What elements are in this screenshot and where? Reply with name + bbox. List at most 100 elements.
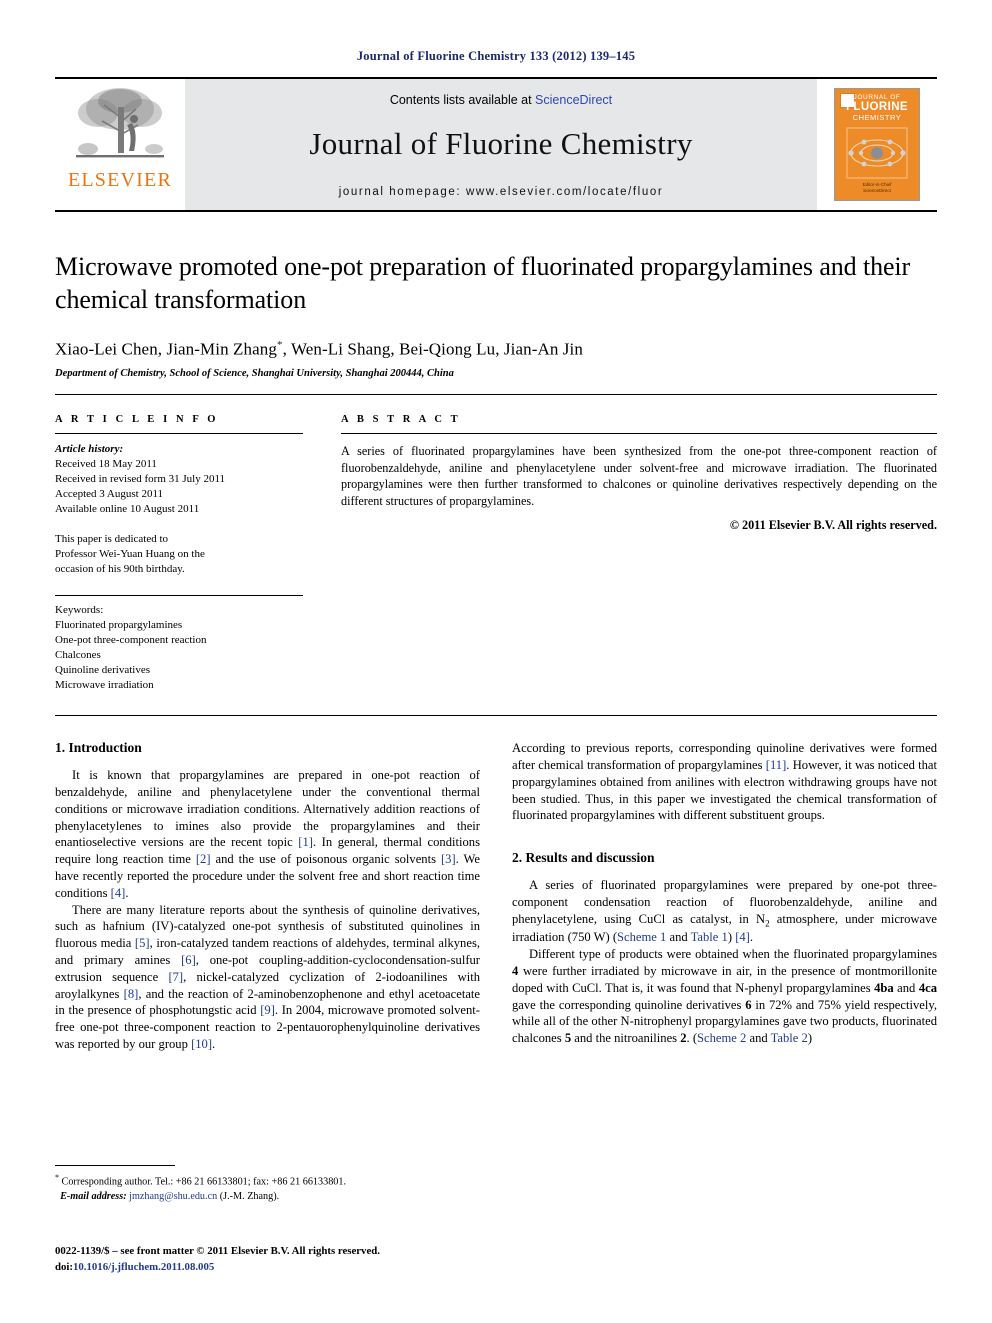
body-column-left: 1. Introduction It is known that proparg… <box>55 740 480 1170</box>
authors-primary: Xiao-Lei Chen, Jian-Min Zhang <box>55 339 277 359</box>
keywords-label: Keywords: <box>55 603 104 616</box>
doi-label: doi: <box>55 1261 73 1274</box>
citation-ref[interactable]: [9] <box>260 1003 275 1017</box>
abstract-rule <box>341 433 937 435</box>
abstract-text: A series of fluorinated propargylamines … <box>341 444 937 508</box>
paragraph-results-2: Different type of products were obtained… <box>512 946 937 1047</box>
dedication-line: occasion of his 90th birthday. <box>55 562 185 575</box>
contents-available-line: Contents lists available at ScienceDirec… <box>390 93 612 107</box>
citation-ref[interactable]: [1] <box>298 835 313 849</box>
page-title: Microwave promoted one-pot preparation o… <box>55 252 911 315</box>
keyword-item: Quinoline derivatives <box>55 663 151 676</box>
cover-footer-line2: ScienceDirect <box>863 188 891 194</box>
cover-title-line1: JOURNAL OF <box>853 94 901 101</box>
text-run: gave the corresponding quinoline derivat… <box>512 997 746 1012</box>
elsevier-wordmark: ELSEVIER <box>67 169 173 191</box>
journal-masthead: ELSEVIER Contents lists available at Sci… <box>55 77 937 210</box>
text-run: ) <box>807 1031 813 1046</box>
article-history-label: Article history: <box>55 443 124 456</box>
text-run: and the nitroanilines <box>571 1031 681 1046</box>
article-history: Article history: Received 18 May 2011 Re… <box>55 442 303 577</box>
section-heading-introduction: 1. Introduction <box>55 740 142 756</box>
history-item: Available online 10 August 2011 <box>55 503 200 516</box>
section-heading-results: 2. Results and discussion <box>512 850 655 866</box>
citation-ref[interactable]: [7] <box>168 970 183 984</box>
sciencedirect-link[interactable]: ScienceDirect <box>535 93 612 107</box>
citation-ref[interactable]: [11] <box>766 758 787 772</box>
doi-line: doi:10.1016/j.jfluchem.2011.08.005 <box>55 1259 575 1275</box>
keywords-rule <box>55 594 303 596</box>
title-block: Microwave promoted one-pot preparation o… <box>55 250 937 379</box>
contents-prefix: Contents lists available at <box>389 93 536 107</box>
citation-ref[interactable]: [10] <box>191 1037 212 1051</box>
cover-title-line3: CHEMISTRY <box>852 113 902 123</box>
abstract-heading: A B S T R A C T <box>341 414 461 426</box>
article-info-column: A R T I C L E I N F O Article history: R… <box>55 414 303 693</box>
dedication-line: Professor Wei-Yuan Huang on the <box>55 547 205 560</box>
citation-ref[interactable]: [6] <box>181 953 196 967</box>
cover-image: JOURNAL OF FLUORINE CHEMISTRY Editor-in-… <box>834 88 920 201</box>
cover-footer: Editor-in-Chief ScienceDirect <box>835 182 919 196</box>
text-run: Different type of products were obtained… <box>529 947 937 962</box>
history-item: Received 18 May 2011 <box>55 458 157 471</box>
page-footer: 0022-1139/$ – see front matter © 2011 El… <box>55 1243 575 1275</box>
body-columns: 1. Introduction It is known that proparg… <box>55 740 937 1170</box>
history-item: Received in revised form 31 July 2011 <box>55 473 226 486</box>
paper-page: Journal of Fluorine Chemistry 133 (2012)… <box>0 0 992 1323</box>
author-list: Xiao-Lei Chen, Jian-Min Zhang*, Wen-Li S… <box>55 339 937 360</box>
title-rule <box>55 394 937 396</box>
text-run: . <box>749 930 754 945</box>
text-run: and <box>746 1031 771 1046</box>
text-run: and <box>893 980 919 995</box>
info-abstract-region: A R T I C L E I N F O Article history: R… <box>55 414 937 693</box>
paragraph-intro-2: There are many literature reports about … <box>55 902 480 1053</box>
text-run: . ( <box>686 1031 698 1046</box>
keyword-item: One-pot three-component reaction <box>55 633 207 646</box>
table-link[interactable]: Table 1 <box>691 930 728 944</box>
compound-label: 4ca <box>918 980 937 995</box>
cover-footer-line1: Editor-in-Chief <box>862 181 892 187</box>
citation-ref[interactable]: [4] <box>111 886 126 900</box>
keywords-block: Keywords: Fluorinated propargylamines On… <box>55 603 303 693</box>
body-separator-rule <box>55 715 937 717</box>
paragraph-intro-1: It is known that propargylamines are pre… <box>55 767 480 902</box>
authors-secondary: , Wen-Li Shang, Bei-Qiong Lu, Jian-An Ji… <box>282 339 583 359</box>
text-run: . <box>125 885 129 900</box>
journal-homepage[interactable]: journal homepage: www.elsevier.com/locat… <box>339 186 664 198</box>
scheme-link[interactable]: Scheme 1 <box>617 930 666 944</box>
issn-copyright-line: 0022-1139/$ – see front matter © 2011 El… <box>55 1245 380 1257</box>
abstract-column: A B S T R A C T A series of fluorinated … <box>341 414 937 693</box>
affiliation: Department of Chemistry, School of Scien… <box>55 368 454 380</box>
citation-ref[interactable]: [5] <box>135 936 150 950</box>
text-run: and the use of poisonous organic solvent… <box>210 852 441 867</box>
corresponding-author-footnote: * Corresponding author. Tel.: +86 21 661… <box>55 1172 480 1204</box>
cover-title: JOURNAL OF FLUORINE CHEMISTRY <box>835 94 919 123</box>
journal-cover-thumbnail[interactable]: JOURNAL OF FLUORINE CHEMISTRY Editor-in-… <box>817 79 937 210</box>
article-info-rule <box>55 433 303 435</box>
publisher-logo: ELSEVIER <box>55 79 185 210</box>
citation-ref[interactable]: [8] <box>124 987 139 1001</box>
text-run: . <box>212 1037 216 1052</box>
compound-label: 4ba <box>874 980 894 995</box>
footnote-region: * Corresponding author. Tel.: +86 21 661… <box>55 1165 480 1204</box>
text-run: and <box>666 930 691 945</box>
doi-link[interactable]: 10.1016/j.jfluchem.2011.08.005 <box>73 1261 214 1273</box>
abstract-copyright: © 2011 Elsevier B.V. All rights reserved… <box>729 518 937 533</box>
masthead-bottom-rule <box>55 210 937 212</box>
elsevier-tree-icon <box>76 88 164 158</box>
citation-ref[interactable]: [3] <box>441 852 456 866</box>
email-link[interactable]: jmzhang@shu.edu.cn <box>129 1191 217 1202</box>
footnote-text: Corresponding author. Tel.: +86 21 66133… <box>59 1176 347 1188</box>
email-suffix: (J.-M. Zhang). <box>217 1190 280 1202</box>
citation-ref[interactable]: [4] <box>735 930 750 944</box>
running-head: Journal of Fluorine Chemistry 133 (2012)… <box>356 49 636 63</box>
body-column-right: x According to previous reports, corresp… <box>512 740 937 1170</box>
keyword-item: Chalcones <box>55 648 101 661</box>
citation-ref[interactable]: [2] <box>196 852 211 866</box>
table-link[interactable]: Table 2 <box>771 1031 808 1045</box>
atom-diagram-icon <box>846 127 908 179</box>
scheme-link[interactable]: Scheme 2 <box>697 1031 746 1045</box>
paragraph-results-1: A series of fluorinated propargylamines … <box>512 877 937 946</box>
article-info-heading: A R T I C L E I N F O <box>55 414 219 426</box>
